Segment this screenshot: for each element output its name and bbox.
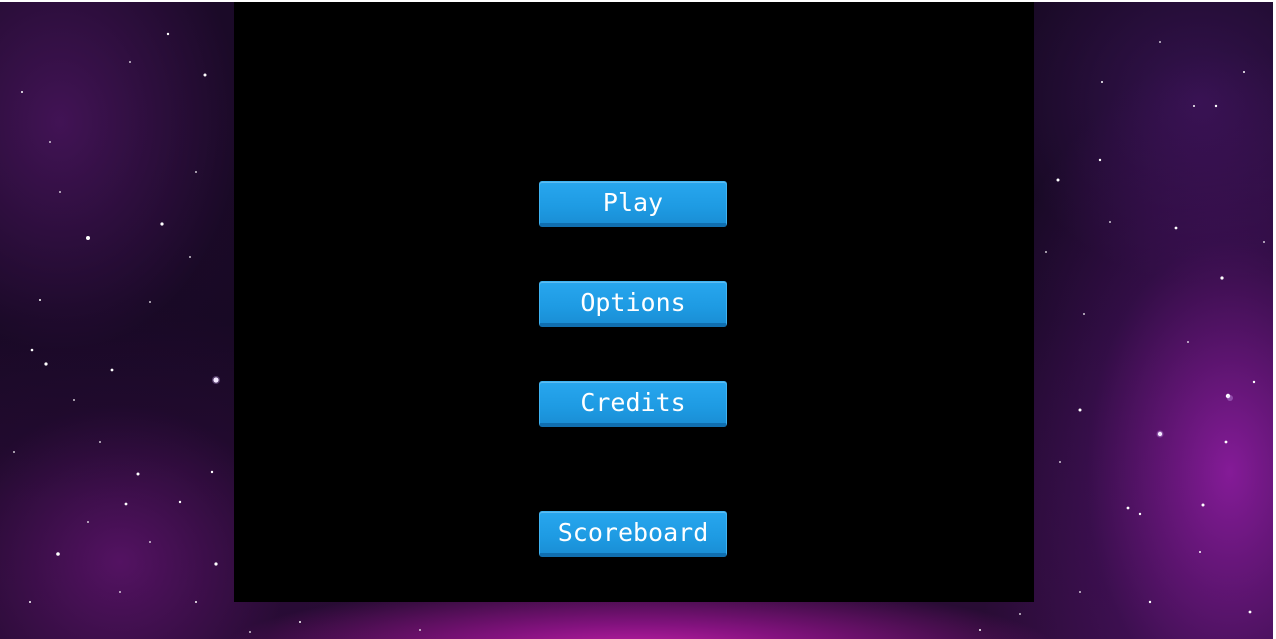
credits-button[interactable]: Credits [539,381,727,427]
play-button[interactable]: Play [539,181,727,227]
options-button[interactable]: Options [539,281,727,327]
scoreboard-button[interactable]: Scoreboard [539,511,727,557]
main-menu-panel: Play Options Credits Scoreboard [234,2,1034,602]
